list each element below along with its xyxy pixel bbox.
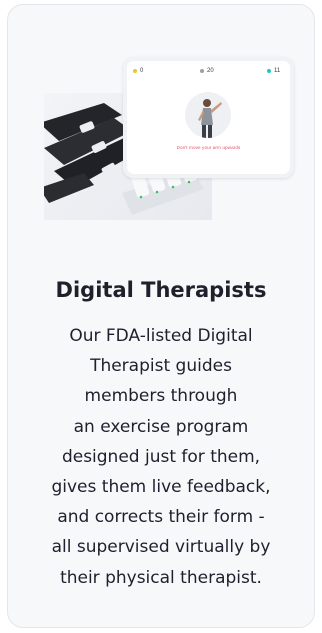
card-description: Our FDA-listed Digital Therapist guides …: [23, 321, 299, 593]
description-line: members through: [84, 386, 238, 407]
teal-dot-icon: [267, 69, 271, 73]
stat-sets-value: 11: [274, 68, 281, 74]
hero-illustration: 0 20 11 Don't move your arm upwards: [44, 57, 296, 222]
card-title: Digital Therapists: [55, 278, 267, 302]
form-warning-text: Don't move your arm upwards: [176, 145, 241, 150]
description-line: all supervised virtually by: [51, 537, 271, 558]
yellow-dot-icon: [133, 69, 137, 73]
tablet-device: 0 20 11 Don't move your arm upwards: [123, 57, 294, 178]
description-line: Our FDA-listed Digital: [69, 326, 253, 346]
stat-reps-value: 20: [207, 68, 214, 74]
stat-reps: 20: [200, 68, 214, 74]
description-line: and corrects their form -: [57, 507, 265, 528]
stat-sets: 11: [267, 68, 280, 74]
exercising-member-avatar: [185, 92, 231, 138]
stat-score: 0: [133, 68, 143, 74]
tablet-screen: 0 20 11 Don't move your arm upwards: [127, 61, 290, 174]
stat-score-value: 0: [140, 68, 144, 74]
description-line: designed just for them,: [61, 446, 261, 467]
gray-dot-icon: [200, 69, 204, 73]
description-line: their physical therapist.: [60, 567, 262, 588]
description-line: gives them live feedback,: [51, 477, 271, 498]
description-line: an exercise program: [73, 416, 249, 437]
person-figure-icon: [198, 99, 222, 138]
description-line: Therapist guides: [90, 356, 232, 377]
